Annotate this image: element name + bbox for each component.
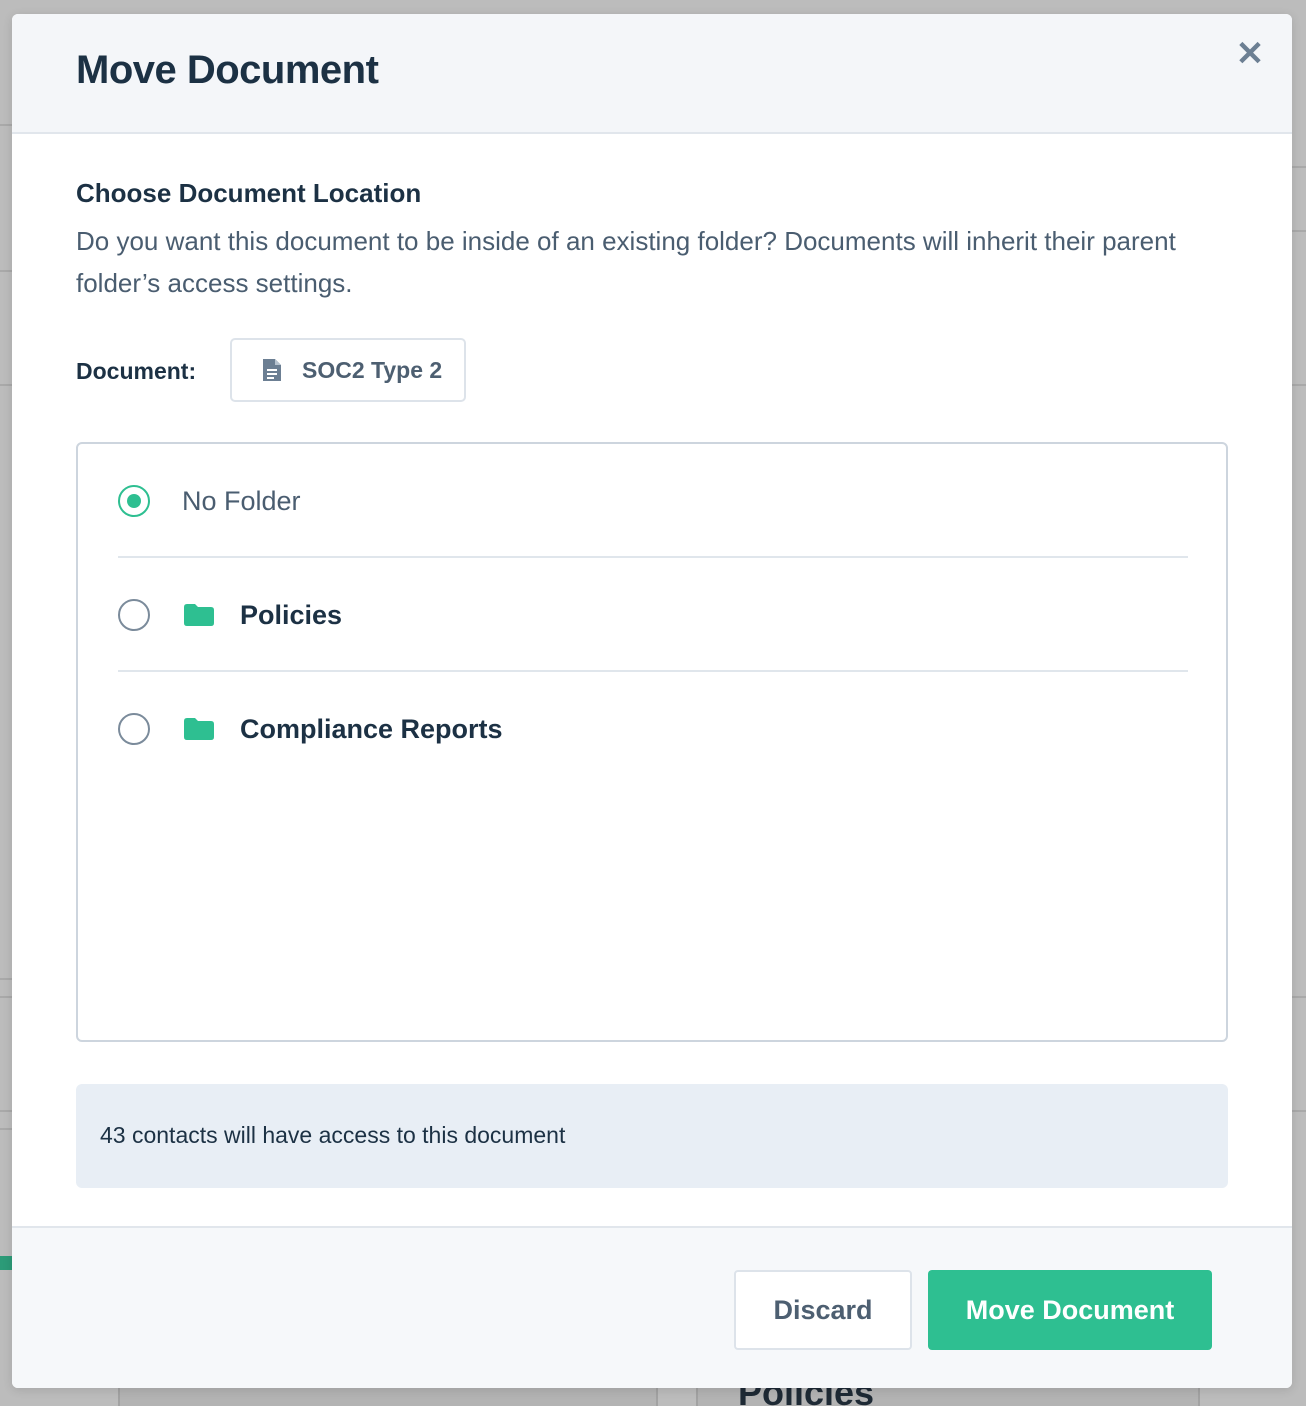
folder-option-no-folder[interactable]: No Folder — [118, 444, 1188, 558]
bg-divider — [0, 270, 12, 272]
document-label: Document: — [76, 358, 197, 384]
document-chip: SOC2 Type 2 — [230, 338, 466, 402]
bg-divider — [0, 124, 12, 126]
discard-button[interactable]: Discard — [734, 1270, 912, 1350]
option-label: Policies — [240, 599, 343, 630]
bg-divider — [0, 1128, 12, 1130]
bg-divider — [0, 996, 12, 998]
option-label: No Folder — [182, 485, 301, 516]
close-icon[interactable]: ✕ — [1234, 37, 1266, 71]
move-document-modal: Move Document ✕ Choose Document Location… — [12, 14, 1292, 1388]
bg-divider — [0, 1110, 12, 1112]
bg-divider — [1292, 166, 1306, 168]
bg-progress-fragment — [0, 1256, 12, 1270]
modal-footer: Discard Move Document — [12, 1226, 1292, 1388]
folder-option-policies[interactable]: Policies — [118, 558, 1188, 672]
radio-compliance-reports[interactable] — [118, 713, 150, 745]
folder-icon — [184, 604, 214, 626]
access-note: 43 contacts will have access to this doc… — [76, 1084, 1228, 1188]
move-document-button[interactable]: Move Document — [928, 1270, 1212, 1350]
bg-divider — [1292, 1110, 1306, 1112]
bg-divider — [1292, 996, 1306, 998]
folder-option-compliance-reports[interactable]: Compliance Reports — [118, 672, 1188, 786]
modal-title: Move Document — [76, 48, 379, 92]
radio-no-folder[interactable] — [118, 485, 150, 517]
document-name: SOC2 Type 2 — [302, 356, 443, 383]
folder-icon — [184, 718, 214, 740]
bg-divider — [0, 978, 12, 980]
bg-divider — [1292, 230, 1306, 232]
option-label: Compliance Reports — [240, 713, 503, 744]
document-icon — [263, 359, 281, 381]
folder-list: No Folder Policies Compliance Reports — [76, 442, 1228, 1042]
access-note-text: 43 contacts will have access to this doc… — [100, 1122, 566, 1148]
section-title: Choose Document Location — [76, 178, 422, 208]
bg-divider — [1292, 384, 1306, 386]
modal-header: Move Document ✕ — [12, 14, 1292, 134]
radio-policies[interactable] — [118, 599, 150, 631]
bg-divider — [0, 384, 12, 386]
section-description: Do you want this document to be inside o… — [76, 226, 1176, 298]
modal-body: Choose Document Location Do you want thi… — [12, 134, 1292, 1226]
